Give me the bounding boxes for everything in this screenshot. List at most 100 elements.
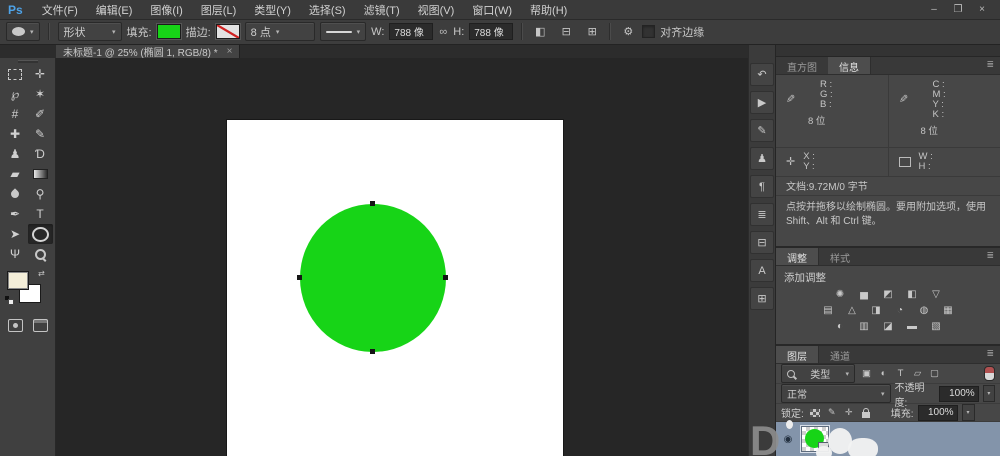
link-dimensions-icon[interactable]: ∞ [438,26,448,38]
invert-icon[interactable]: ◐ [832,320,849,334]
gradient-map-icon[interactable]: ▬ [904,320,921,334]
character-panel-icon[interactable]: A [750,259,774,282]
channel-mixer-icon[interactable]: ◍ [916,304,933,318]
anchor-handle-bottom[interactable] [370,349,375,354]
lock-transparency-icon[interactable] [808,406,822,419]
canvas-workspace[interactable] [56,58,748,456]
foreground-color-swatch[interactable] [7,271,29,290]
levels-icon[interactable]: ▅ [856,288,873,302]
lock-all-icon[interactable] [859,406,873,419]
panel-menu-icon[interactable]: ≣ [980,346,1000,363]
menu-item[interactable]: 图像(I) [141,2,191,18]
clone-stamp-tool[interactable]: ♟ [3,144,28,164]
clone-source-panel-icon[interactable]: ♟ [750,147,774,170]
shape-height-input[interactable]: 788 像 [469,23,513,40]
screen-mode-button[interactable] [28,315,53,335]
ps-logo[interactable]: Ps [0,3,33,17]
dodge-tool[interactable]: ⚲ [28,184,53,204]
canvas-document[interactable] [227,120,563,456]
path-arrangement-icon[interactable]: ⊞ [583,23,601,40]
close-tab-icon[interactable]: × [227,46,233,57]
properties-panel-icon[interactable]: ⊞ [750,287,774,310]
magic-wand-tool[interactable]: ✶ [28,84,53,104]
lasso-tool[interactable]: ℘ [3,84,28,104]
menu-item[interactable]: 帮助(H) [521,2,576,18]
color-balance-icon[interactable]: △ [844,304,861,318]
opacity-dropdown-icon[interactable]: ▾ [983,385,995,402]
selective-color-icon[interactable]: ▧ [928,320,945,334]
restore-button[interactable]: ❐ [946,4,970,15]
anchor-handle-top[interactable] [370,201,375,206]
ellipse-shape[interactable] [300,204,446,352]
fill-value[interactable]: 100% [918,405,958,421]
exposure-icon[interactable]: ◧ [904,288,921,302]
paragraph-panel-icon[interactable]: ¶ [750,175,774,198]
panel-menu-icon[interactable]: ≣ [980,57,1000,74]
close-button[interactable]: × [970,4,994,15]
gradient-tool[interactable] [28,164,53,184]
menu-item[interactable]: 滤镜(T) [355,2,409,18]
lock-position-icon[interactable]: ✛ [842,406,856,419]
actions-panel-icon[interactable]: ▶ [750,91,774,114]
quick-mask-button[interactable] [3,315,28,335]
ellipse-tool[interactable] [28,224,53,244]
anchor-handle-right[interactable] [443,275,448,280]
color-lookup-icon[interactable]: ▦ [940,304,957,318]
menu-item[interactable]: 视图(V) [409,2,464,18]
curves-icon[interactable]: ◩ [880,288,897,302]
eyedropper-tool[interactable]: ✐ [28,104,53,124]
fill-color-swatch[interactable] [157,24,181,39]
filter-toggle-switch[interactable] [984,366,995,381]
layer-row-selected[interactable]: ◉ [776,422,1000,456]
horizontal-type-tool[interactable]: T [28,204,53,224]
gear-icon[interactable]: ⚙ [619,23,637,40]
character-styles-panel-icon[interactable]: ≣ [750,203,774,226]
stroke-width-input[interactable]: 8 点 [245,22,315,41]
shape-width-input[interactable]: 788 像 [389,23,433,40]
blend-mode-select[interactable]: 正常 [781,384,891,403]
move-tool[interactable]: ✛ [28,64,53,84]
brightness-contrast-icon[interactable]: ✺ [832,288,849,302]
pen-tool[interactable]: ✒ [3,204,28,224]
photo-filter-icon[interactable]: ◔ [892,304,909,318]
hue-saturation-icon[interactable]: ▤ [820,304,837,318]
history-brush-tool[interactable]: Ɗ [28,144,53,164]
minimize-button[interactable]: – [922,4,946,15]
brush-tool[interactable]: ✎ [28,124,53,144]
tab-histogram[interactable]: 直方图 [776,57,828,74]
path-selection-tool[interactable]: ➤ [3,224,28,244]
anchor-handle-left[interactable] [297,275,302,280]
layer-visibility-icon[interactable]: ◉ [780,434,796,445]
spot-healing-brush-tool[interactable]: ✚ [3,124,28,144]
vibrance-icon[interactable]: ▽ [928,288,945,302]
paragraph-styles-panel-icon[interactable]: ⊟ [750,231,774,254]
menu-item[interactable]: 类型(Y) [245,2,300,18]
tab-styles[interactable]: 样式 [819,248,861,265]
tool-mode-select[interactable]: 形状 [58,22,122,41]
tool-preset-dropdown[interactable] [6,22,40,41]
fill-dropdown-icon[interactable]: ▾ [962,404,975,421]
opacity-value[interactable]: 100% [939,386,979,402]
panel-menu-icon[interactable]: ≣ [980,248,1000,265]
path-operations-icon[interactable]: ◧ [531,23,549,40]
default-colors-icon[interactable] [5,296,14,304]
stroke-style-dropdown[interactable] [320,22,367,41]
menu-item[interactable]: 选择(S) [300,2,355,18]
threshold-icon[interactable]: ◪ [880,320,897,334]
menu-item[interactable]: 文件(F) [33,2,87,18]
menu-item[interactable]: 图层(L) [192,2,245,18]
tab-layers[interactable]: 图层 [776,346,819,363]
history-panel-icon[interactable]: ↶ [750,63,774,86]
crop-tool[interactable]: # [3,104,28,124]
rectangular-marquee-tool[interactable] [3,64,28,84]
eraser-tool[interactable]: ▰ [3,164,28,184]
zoom-tool[interactable] [28,244,53,264]
tab-channels[interactable]: 通道 [819,346,861,363]
document-tab[interactable]: 未标题-1 @ 25% (椭圆 1, RGB/8) * × [56,44,240,58]
hand-tool[interactable]: Ψ [3,244,28,264]
blur-tool[interactable] [3,184,28,204]
black-white-icon[interactable]: ◨ [868,304,885,318]
posterize-icon[interactable]: ▥ [856,320,873,334]
tab-adjustments[interactable]: 调整 [776,248,819,265]
filter-pixel-layers-icon[interactable]: ▣ [859,367,874,381]
